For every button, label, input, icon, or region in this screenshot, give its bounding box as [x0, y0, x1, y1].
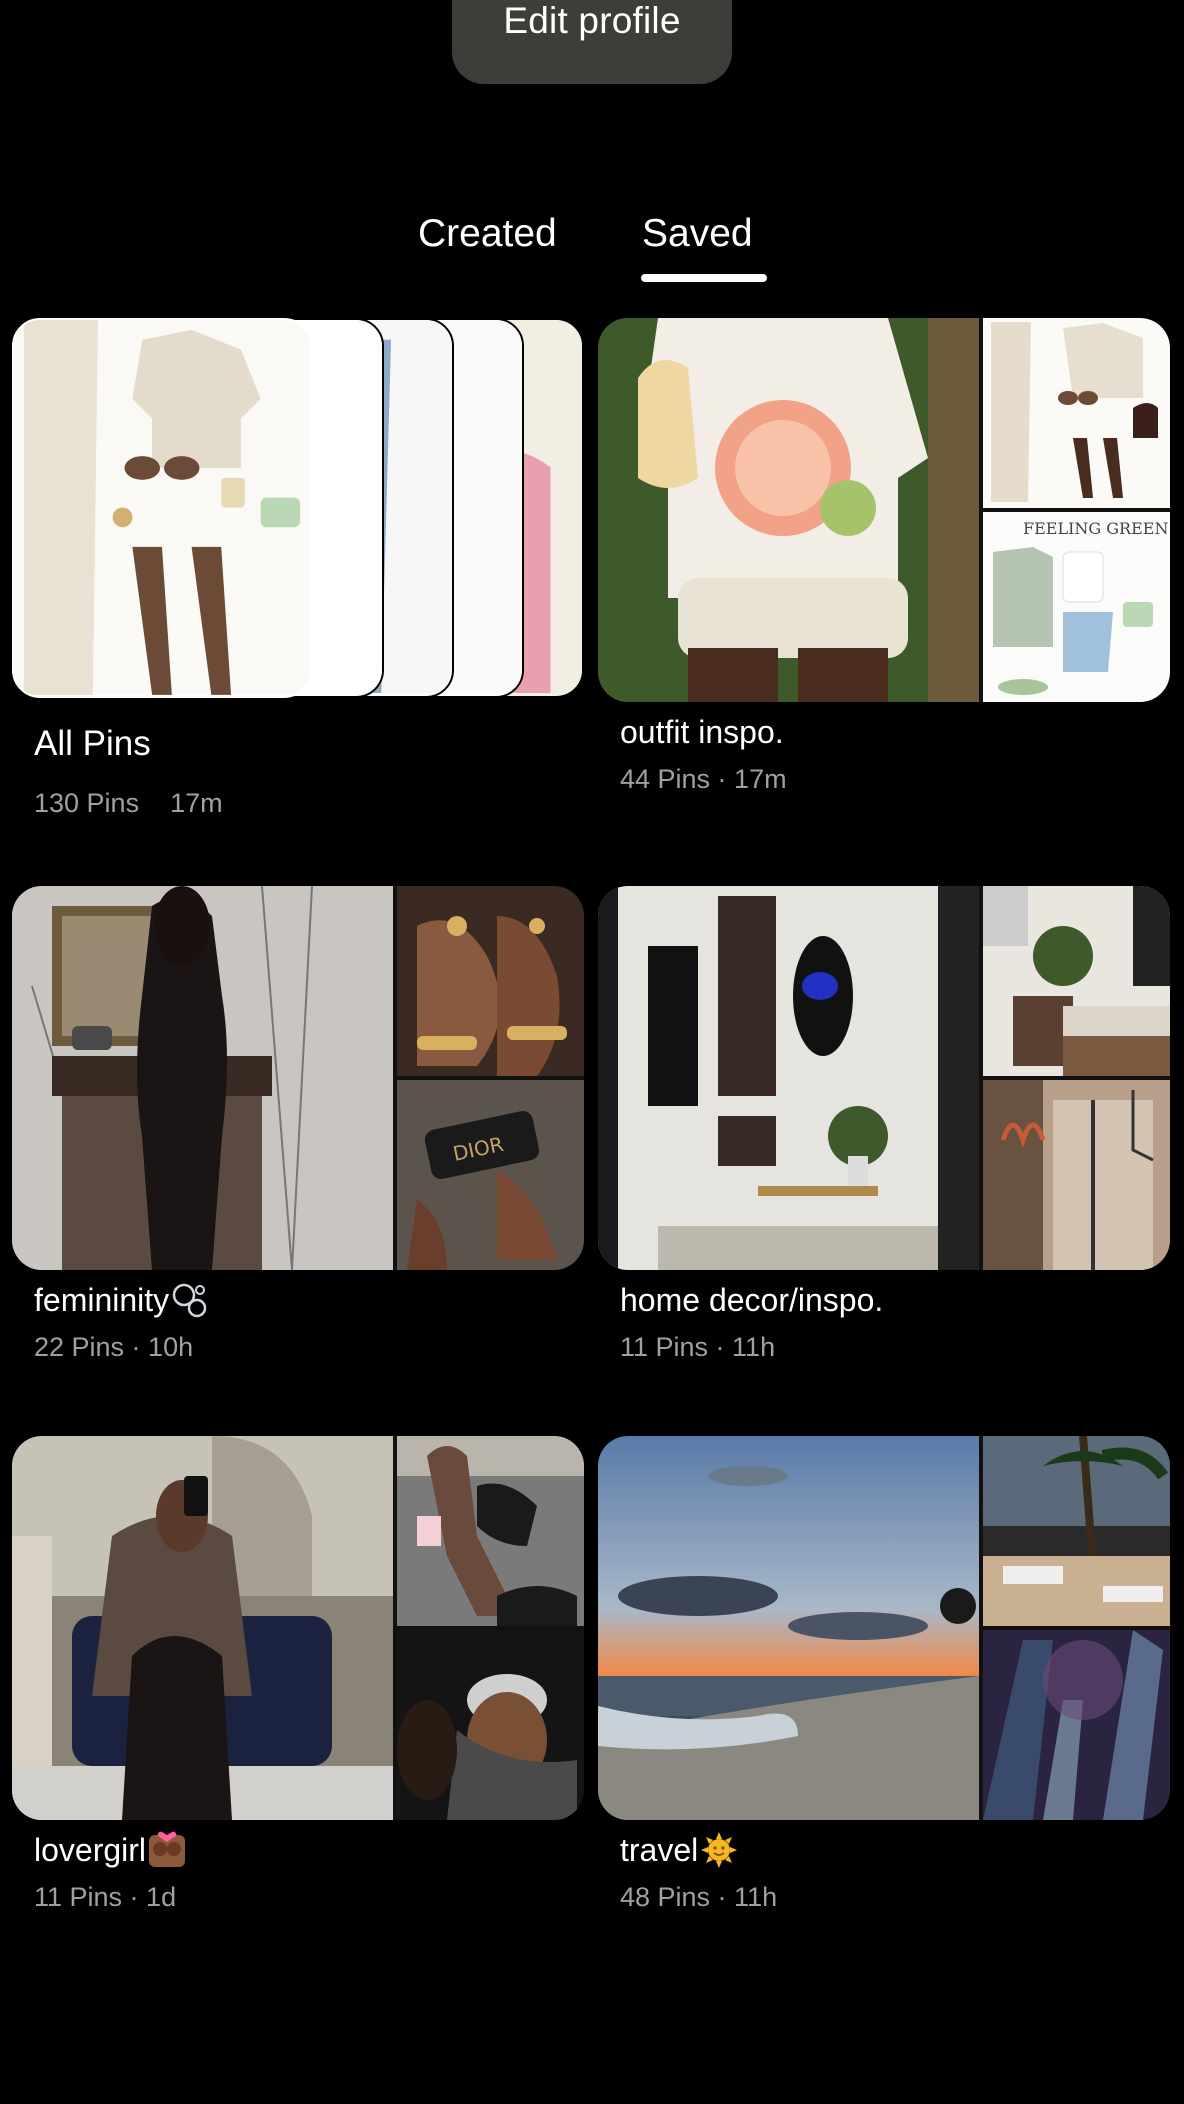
- board-all-pins[interactable]: EN All Pins 130 Pins: [12, 318, 584, 838]
- board-title: femininity: [34, 1282, 209, 1322]
- board-pin-count: 130 Pins: [34, 788, 140, 818]
- board-cover: DIOR: [12, 886, 584, 1270]
- board-meta: 22 Pins · 10h: [34, 1332, 194, 1362]
- board-lovergirl[interactable]: lovergirl 11 Pins · 1d: [12, 1436, 584, 1926]
- board-femininity[interactable]: DIOR femininity 22 Pins · 10h: [12, 886, 584, 1376]
- tab-saved[interactable]: Saved: [642, 212, 753, 256]
- board-title: lovergirl: [34, 1831, 186, 1872]
- active-tab-indicator: [641, 274, 767, 282]
- bubbles-emoji-icon: [171, 1281, 209, 1319]
- board-title: home decor/inspo.: [620, 1282, 884, 1318]
- svg-text:FEELING GREEN: FEELING GREEN: [1023, 519, 1168, 538]
- kiss-couple-emoji-icon: [148, 1831, 186, 1869]
- profile-saved-screen: Edit profile Created Saved EN: [0, 0, 1184, 2104]
- board-meta: 130 Pins 17m: [34, 788, 223, 819]
- board-outfit-inspo[interactable]: FEELING GREEN outfit inspo. 44 Pins · 17…: [598, 318, 1170, 818]
- board-updated-time: 17m: [170, 788, 223, 818]
- board-meta: 44 Pins · 17m: [620, 764, 787, 794]
- sun-face-emoji-icon: [700, 1831, 738, 1869]
- board-cover: FEELING GREEN: [598, 318, 1170, 702]
- board-meta: 11 Pins · 11h: [620, 1332, 776, 1362]
- board-meta: 11 Pins · 1d: [34, 1882, 177, 1912]
- tab-created[interactable]: Created: [418, 212, 557, 256]
- board-cover: [12, 1436, 584, 1820]
- board-travel[interactable]: travel 48 Pins · 11h: [598, 1436, 1170, 1926]
- board-home-decor[interactable]: home decor/inspo. 11 Pins · 11h: [598, 886, 1170, 1376]
- board-title: outfit inspo.: [620, 714, 784, 750]
- board-meta: 48 Pins · 11h: [620, 1882, 778, 1912]
- board-cover: [598, 886, 1170, 1270]
- all-pins-cover: EN: [12, 318, 584, 702]
- board-cover: [598, 1436, 1170, 1820]
- edit-profile-button[interactable]: Edit profile: [452, 0, 732, 84]
- board-title: All Pins: [34, 724, 151, 763]
- board-title: travel: [620, 1831, 738, 1872]
